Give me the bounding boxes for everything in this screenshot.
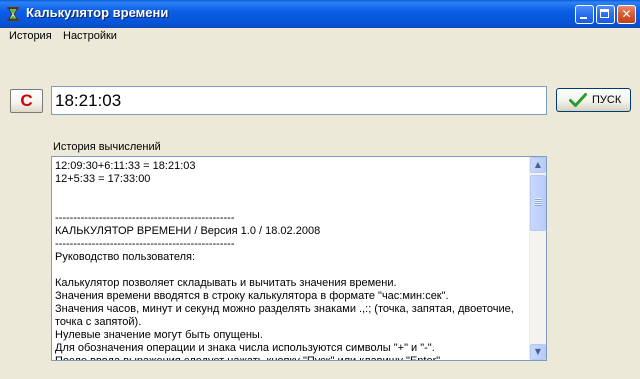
start-button-label: ПУСК	[592, 94, 622, 106]
history-lines: 12:09:30+6:11:33 = 18:21:03 12+5:33 = 17:…	[55, 160, 527, 361]
history-line: КАЛЬКУЛЯТОР ВРЕМЕНИ / Версия 1.0 / 18.02…	[55, 225, 321, 237]
close-button[interactable]: ✕	[617, 5, 636, 24]
history-line: Для обозначения операции и знака числа и…	[55, 342, 435, 354]
history-line: ----------------------------------------…	[55, 212, 235, 224]
history-line	[55, 264, 527, 277]
hourglass-icon	[7, 7, 19, 21]
scroll-down-button[interactable]: ▼	[530, 344, 546, 360]
history-line: Значения времени вводятся в строку кальк…	[55, 290, 449, 302]
minimize-icon	[580, 17, 587, 19]
history-line: Нулевые значение могут быть опущены.	[55, 329, 263, 341]
clear-button[interactable]: C	[10, 89, 43, 113]
history-line: ----------------------------------------…	[55, 238, 235, 250]
history-line: После ввода выражения следует нажать кно…	[55, 355, 444, 361]
history-line: Калькулятор позволяет складывать и вычит…	[55, 277, 397, 289]
window-title: Калькулятор времени	[26, 5, 169, 20]
minimize-button[interactable]	[575, 5, 594, 24]
history-scrollbar[interactable]: ▲ ▼	[529, 157, 546, 360]
maximize-icon	[600, 9, 609, 18]
history-line: точка с запятой).	[55, 316, 142, 328]
check-icon	[569, 93, 587, 107]
grip-icon	[535, 198, 542, 206]
history-line: 12+5:33 = 17:33:00	[55, 173, 151, 185]
maximize-button[interactable]	[596, 5, 615, 24]
start-button[interactable]: ПУСК	[556, 88, 631, 112]
history-line: Руководство пользователя:	[55, 251, 196, 263]
scroll-thumb[interactable]	[530, 175, 546, 231]
history-line	[55, 199, 527, 212]
history-line	[55, 186, 527, 199]
history-line: Значения часов, минут и секунд можно раз…	[55, 303, 514, 315]
scroll-up-button[interactable]: ▲	[530, 157, 546, 173]
history-textbox[interactable]: 12:09:30+6:11:33 = 18:21:03 12+5:33 = 17:…	[51, 156, 547, 361]
menu-bar: История Настройки	[0, 28, 640, 44]
history-line: 12:09:30+6:11:33 = 18:21:03	[55, 160, 196, 172]
title-bar[interactable]: Калькулятор времени ✕	[0, 0, 640, 28]
menu-settings[interactable]: Настройки	[63, 28, 117, 44]
menu-history[interactable]: История	[9, 28, 52, 44]
close-icon: ✕	[621, 7, 632, 21]
history-label: История вычислений	[53, 141, 161, 153]
expression-input[interactable]: 18:21:03	[51, 86, 547, 115]
